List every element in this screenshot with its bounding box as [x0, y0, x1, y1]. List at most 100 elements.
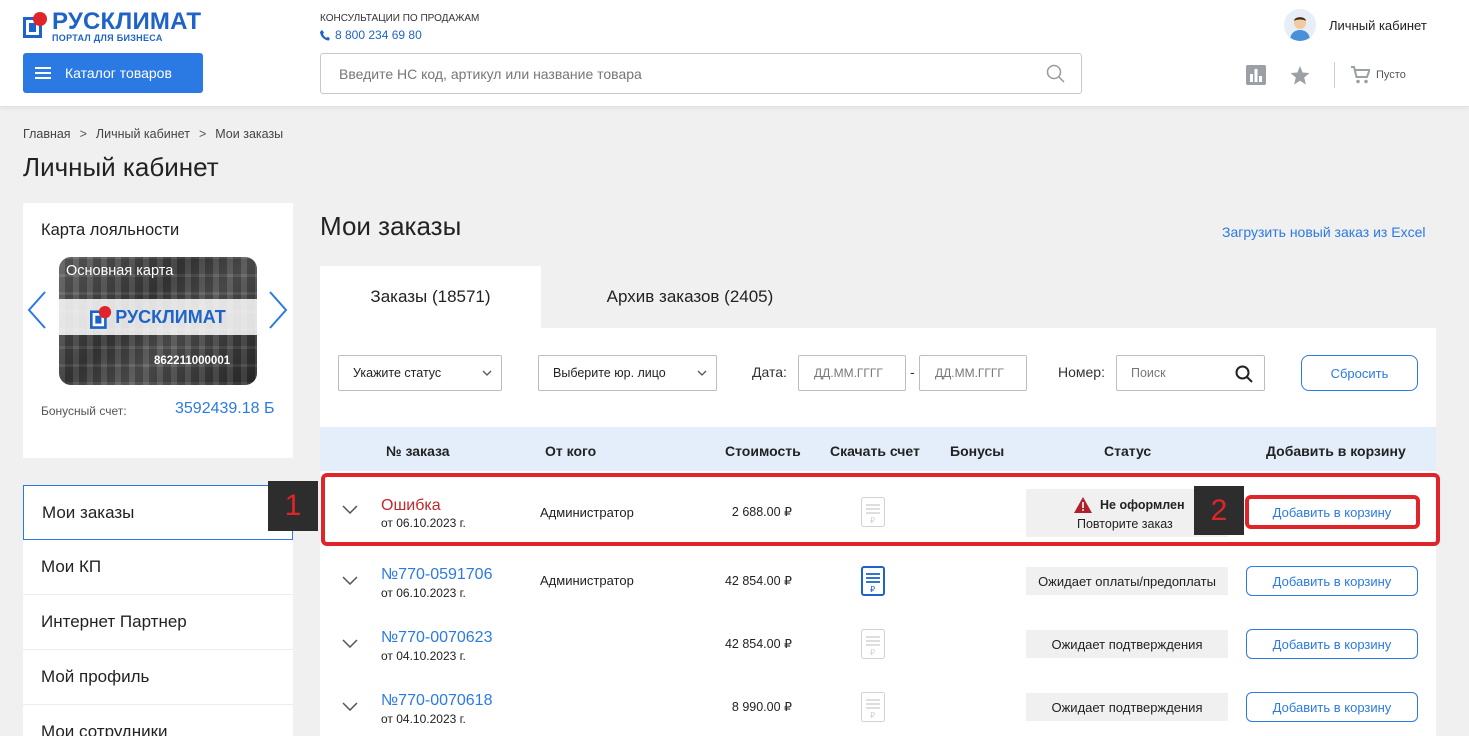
invoice-disabled-icon: ₽ [861, 692, 885, 722]
product-search [320, 53, 1082, 94]
phone-icon [320, 29, 330, 41]
favorites-icon[interactable] [1290, 65, 1310, 85]
date-dash: - [910, 364, 915, 380]
col-order-number: № заказа [386, 443, 450, 459]
phone-number: 8 800 234 69 80 [335, 28, 422, 42]
sales-consultation: КОНСУЛЬТАЦИИ ПО ПРОДАЖАМ 8 800 234 69 80 [320, 13, 479, 42]
date-label: Дата: [752, 364, 787, 380]
sidenav-item-profile[interactable]: Мой профиль [23, 650, 293, 705]
order-number-placeholder: Поиск [1131, 366, 1166, 380]
sidenav-item-orders[interactable]: Мои заказы [23, 485, 293, 540]
upload-excel-link[interactable]: Загрузить новый заказ из Excel [1222, 224, 1425, 240]
svg-text:₽: ₽ [870, 711, 875, 720]
order-filters: Укажите статус Выберите юр. лицо Дата: Д… [338, 355, 1420, 391]
avatar [1284, 9, 1316, 41]
add-to-cart-button[interactable]: Добавить в корзину [1246, 629, 1418, 659]
search-icon[interactable] [1235, 365, 1253, 383]
order-date: от 04.10.2023 г. [381, 712, 466, 726]
orders-table-header: № заказа От кого Стоимость Скачать счет … [320, 427, 1436, 471]
order-number[interactable]: №770-0070623 [381, 629, 492, 647]
reset-button[interactable]: Сбросить [1301, 355, 1418, 391]
order-number[interactable]: №770-0591706 [381, 566, 492, 584]
cart-label[interactable]: Пусто [1376, 69, 1406, 81]
account-label: Личный кабинет [1329, 17, 1427, 33]
sidenav-item-quotes[interactable]: Мои КП [23, 540, 293, 595]
invoice-download-icon[interactable]: ₽ [861, 566, 885, 596]
menu-icon [35, 67, 51, 79]
logo-name: РУСКЛИМАТ [52, 8, 202, 35]
number-label: Номер: [1058, 364, 1105, 380]
search-icon[interactable] [1046, 64, 1065, 83]
add-to-cart-button[interactable]: Добавить в корзину [1246, 566, 1418, 596]
table-row: №770-0591706 от 06.10.2023 г. Администра… [320, 549, 1436, 612]
sidenav-item-internet-partner[interactable]: Интернет Партнер [23, 595, 293, 650]
sidenav-item-employees[interactable]: Мои сотрудники [23, 705, 293, 736]
phone-link[interactable]: 8 800 234 69 80 [320, 28, 479, 42]
annotation-badge-1: 1 [268, 481, 318, 531]
col-add-to-cart: Добавить в корзину [1266, 443, 1406, 459]
order-number[interactable]: №770-0070618 [381, 692, 492, 710]
logo[interactable]: РУСКЛИМАТ ПОРТАЛ ДЛЯ БИЗНЕСА [23, 8, 202, 43]
order-number-search[interactable]: Поиск [1116, 355, 1265, 391]
card-number: 862211000001 [154, 355, 231, 367]
col-price: Стоимость [725, 443, 801, 459]
compare-icon[interactable] [1246, 65, 1266, 85]
chevron-down-icon[interactable] [342, 576, 358, 585]
card-name: Основная карта [66, 263, 174, 279]
col-status: Статус [1104, 443, 1152, 459]
breadcrumb-home[interactable]: Главная [23, 127, 71, 141]
consult-label: КОНСУЛЬТАЦИИ ПО ПРОДАЖАМ [320, 13, 480, 24]
col-from: От кого [545, 443, 597, 459]
logo-mark-icon [23, 11, 48, 38]
logo-mark-icon [90, 306, 112, 329]
date-to-field[interactable]: ДД.ММ.ГГГГ [919, 355, 1027, 391]
annotation-badge-2: 2 [1194, 486, 1244, 535]
order-date: от 04.10.2023 г. [381, 649, 466, 663]
order-price: 42 854.00 ₽ [724, 574, 792, 588]
tab-archive[interactable]: Архив заказов (2405) [541, 266, 839, 328]
search-input[interactable] [339, 65, 1019, 82]
site-header: РУСКЛИМАТ ПОРТАЛ ДЛЯ БИЗНЕСА КОНСУЛЬТАЦИ… [0, 0, 1469, 107]
chevron-down-icon[interactable] [342, 702, 358, 711]
page-title: Личный кабинет [23, 152, 219, 182]
chevron-left-icon[interactable] [27, 291, 47, 329]
orders-title: Мои заказы [320, 211, 462, 241]
add-to-cart-button[interactable]: Добавить в корзину [1246, 692, 1418, 722]
breadcrumb-separator: > [79, 127, 87, 141]
chevron-down-icon [482, 370, 492, 376]
account-sidenav: Мои заказы Мои КП Интернет Партнер Мой п… [23, 485, 293, 736]
add-button-highlight [1245, 495, 1420, 529]
card-logo: РУСКЛИМАТ [59, 299, 257, 335]
cart-icon[interactable] [1351, 66, 1370, 84]
chevron-down-icon [697, 370, 707, 376]
legal-entity-select-value: Выберите юр. лицо [553, 366, 666, 380]
account-link[interactable]: Личный кабинет [1284, 9, 1427, 41]
catalog-button[interactable]: Каталог товаров [23, 53, 203, 93]
chevron-right-icon[interactable] [268, 291, 288, 329]
header-divider [1334, 62, 1335, 88]
order-price: 8 990.00 ₽ [731, 700, 792, 714]
loyalty-card-panel: Карта лояльности Основная карта РУСКЛИМА… [23, 203, 293, 458]
breadcrumb: Главная > Личный кабинет > Мои заказы [23, 127, 283, 141]
loyalty-title: Карта лояльности [41, 221, 180, 239]
header-actions: Пусто [1246, 62, 1406, 88]
order-date: от 06.10.2023 г. [381, 586, 466, 600]
bonus-value: 3592439.18 Б [175, 400, 275, 417]
breadcrumb-current: Мои заказы [215, 127, 284, 141]
date-from-field[interactable]: ДД.ММ.ГГГГ [798, 355, 906, 391]
table-row: №770-0070618 от 04.10.2023 г. 8 990.00 ₽… [320, 675, 1436, 736]
col-bonuses: Бонусы [950, 443, 1005, 459]
invoice-disabled-icon: ₽ [861, 629, 885, 659]
status-badge: Ожидает подтверждения [1026, 630, 1228, 658]
legal-entity-select[interactable]: Выберите юр. лицо [538, 355, 717, 391]
breadcrumb-account[interactable]: Личный кабинет [96, 127, 190, 141]
loyalty-card-image[interactable]: Основная карта РУСКЛИМАТ 862211000001 [59, 257, 257, 385]
bonus-label: Бонусный счет: [41, 404, 127, 418]
card-brand: РУСКЛИМАТ [115, 306, 226, 327]
table-row: №770-0070623 от 04.10.2023 г. 42 854.00 … [320, 612, 1436, 675]
chevron-down-icon[interactable] [342, 639, 358, 648]
tab-orders[interactable]: Заказы (18571) [320, 266, 541, 328]
status-badge: Ожидает подтверждения [1026, 693, 1228, 721]
col-invoice: Скачать счет [830, 443, 920, 459]
status-select[interactable]: Укажите статус [338, 355, 502, 391]
